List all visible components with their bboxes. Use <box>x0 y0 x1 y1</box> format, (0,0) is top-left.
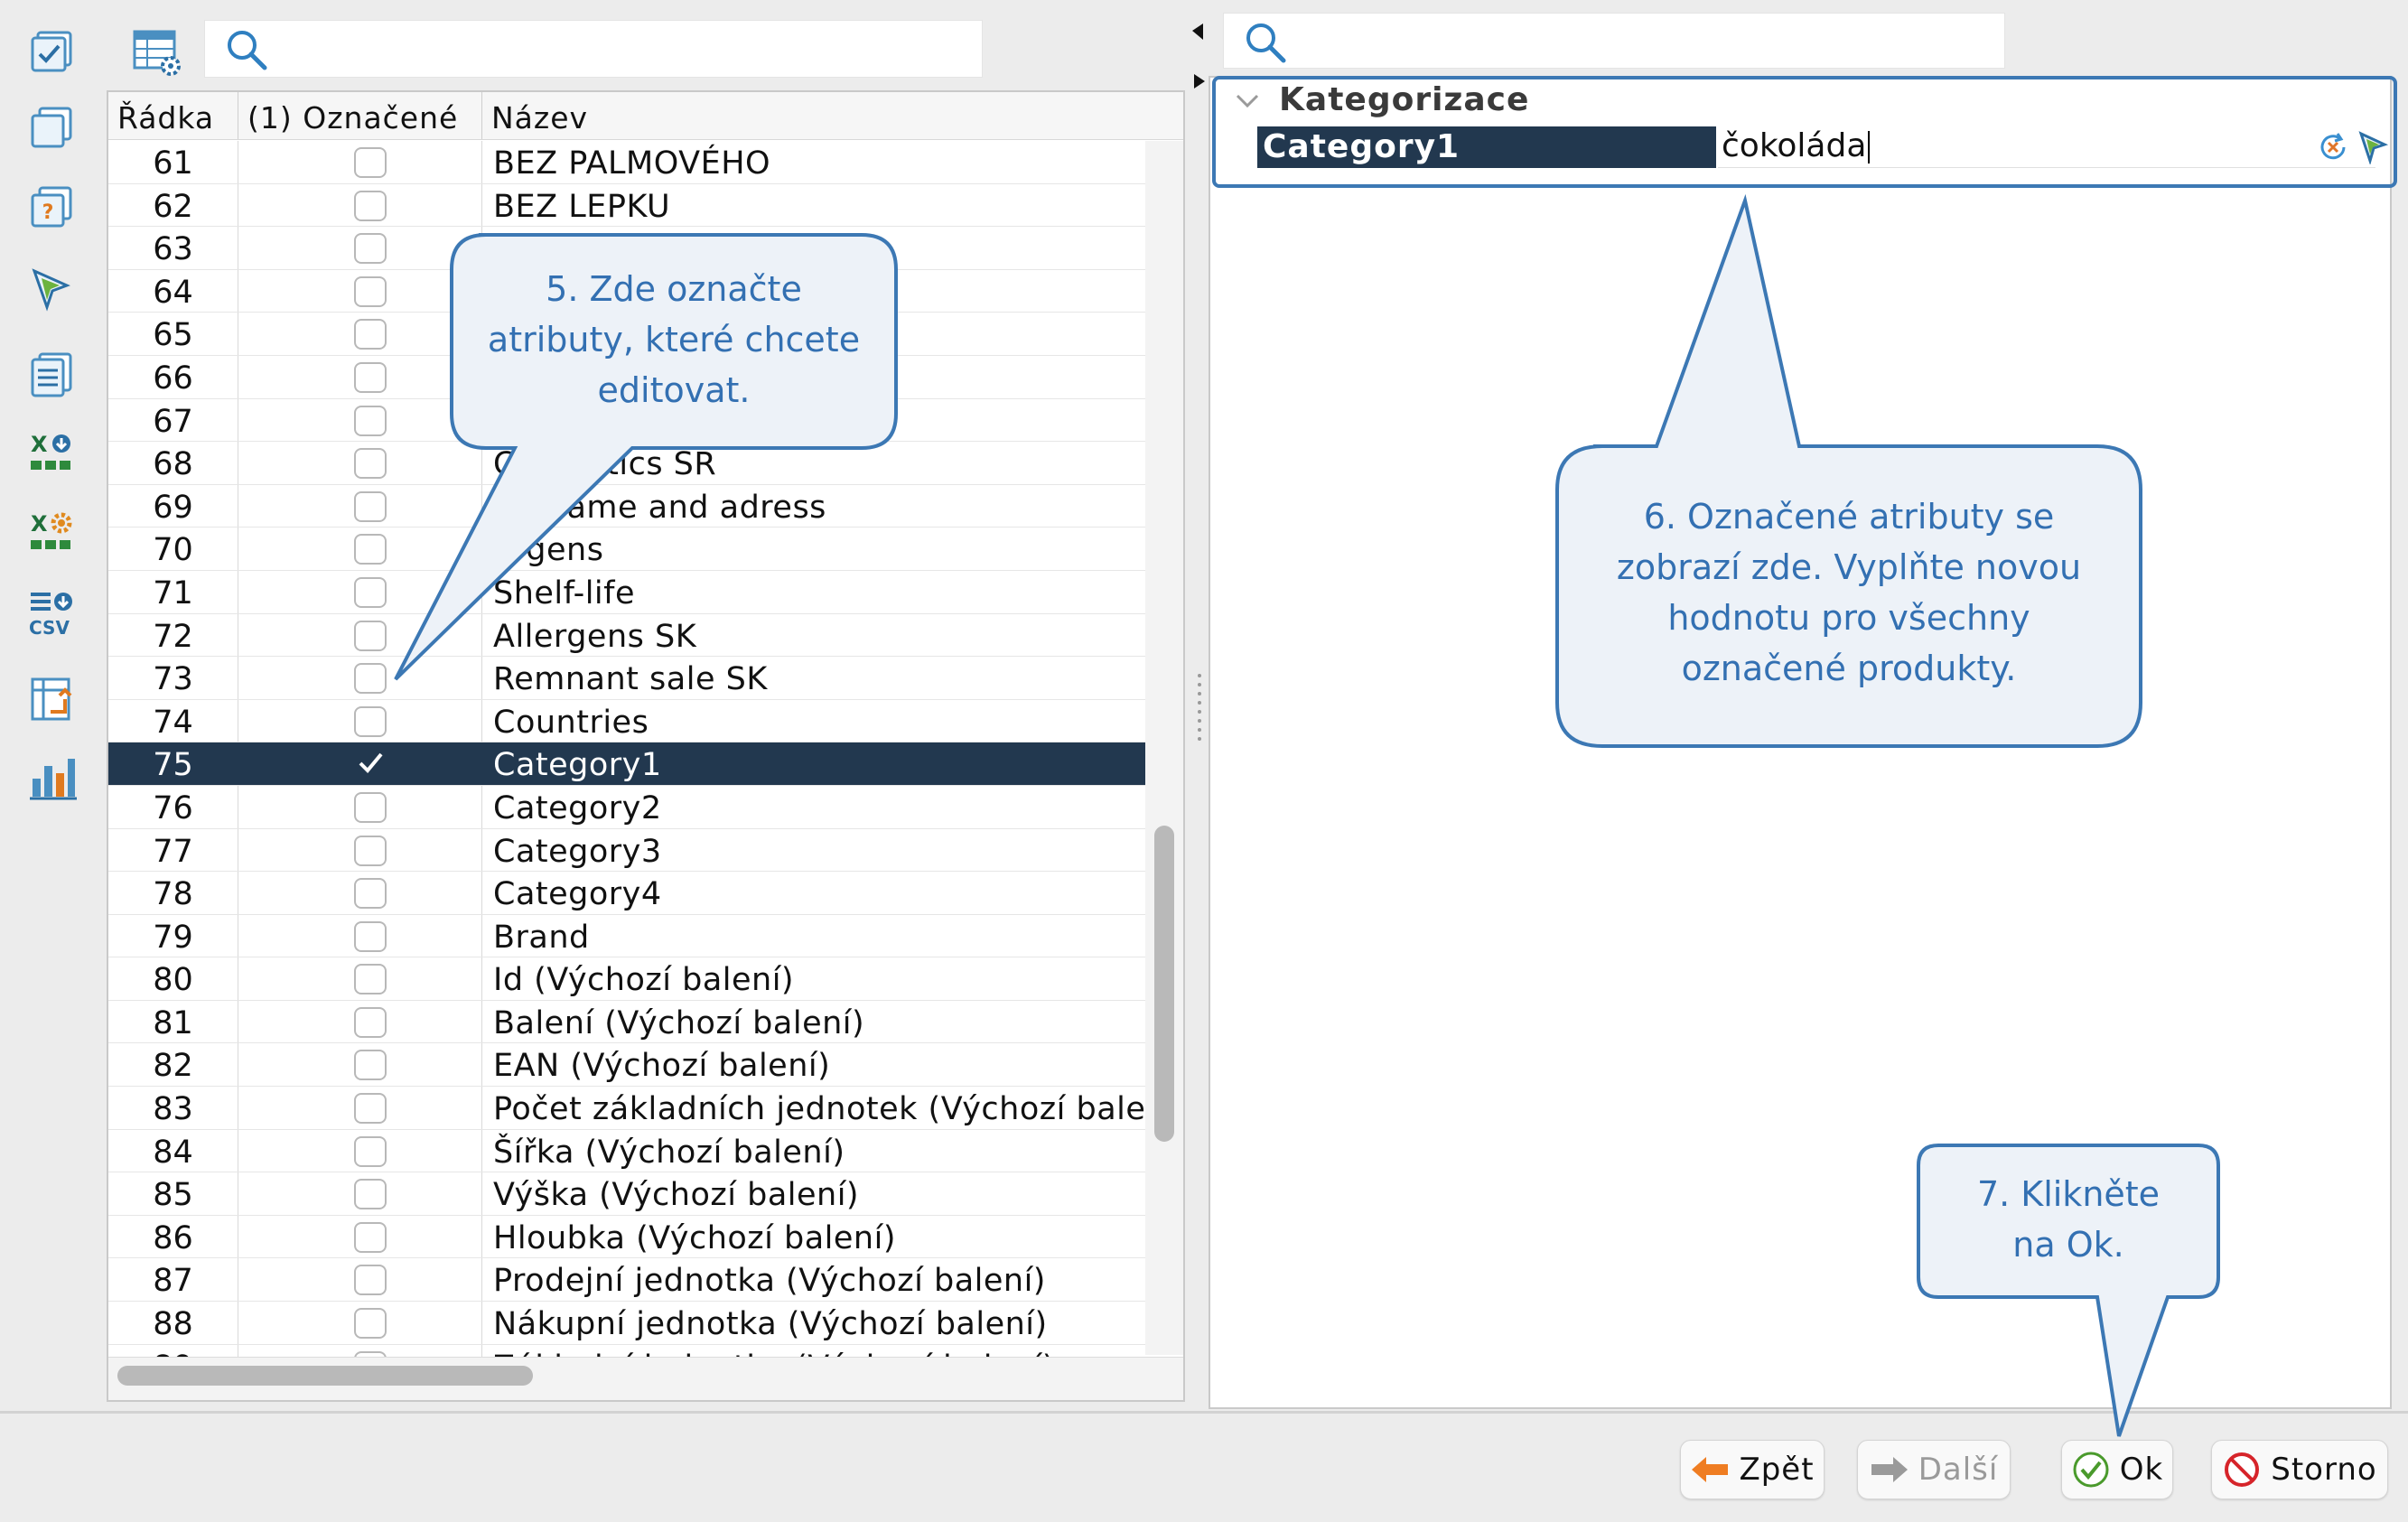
callout-7-text: 7. Klikněte na Ok. <box>1918 1169 2218 1270</box>
callout-7-line: na Ok. <box>2012 1225 2124 1265</box>
callout-7-line: 7. Klikněte <box>1976 1174 2161 1214</box>
callout-shapes <box>394 193 2220 1437</box>
callout-6-line: hodnotu pro všechny <box>1667 598 2030 638</box>
callout-6-line: označené produkty. <box>1681 649 2017 688</box>
callout-5-line: 5. Zde označte <box>546 269 802 309</box>
callout-5-text: 5. Zde označte atributy, které chcete ed… <box>452 264 896 416</box>
callout-6-line: zobrazí zde. Vyplňte novou <box>1616 547 2082 587</box>
callout-6-line: 6. Označené atributy se <box>1643 497 2055 537</box>
callout-5-line: atributy, které chcete <box>487 320 861 359</box>
callout-5-line: editovat. <box>597 370 751 410</box>
callout-6-text: 6. Označené atributy se zobrazí zde. Vyp… <box>1557 491 2141 694</box>
